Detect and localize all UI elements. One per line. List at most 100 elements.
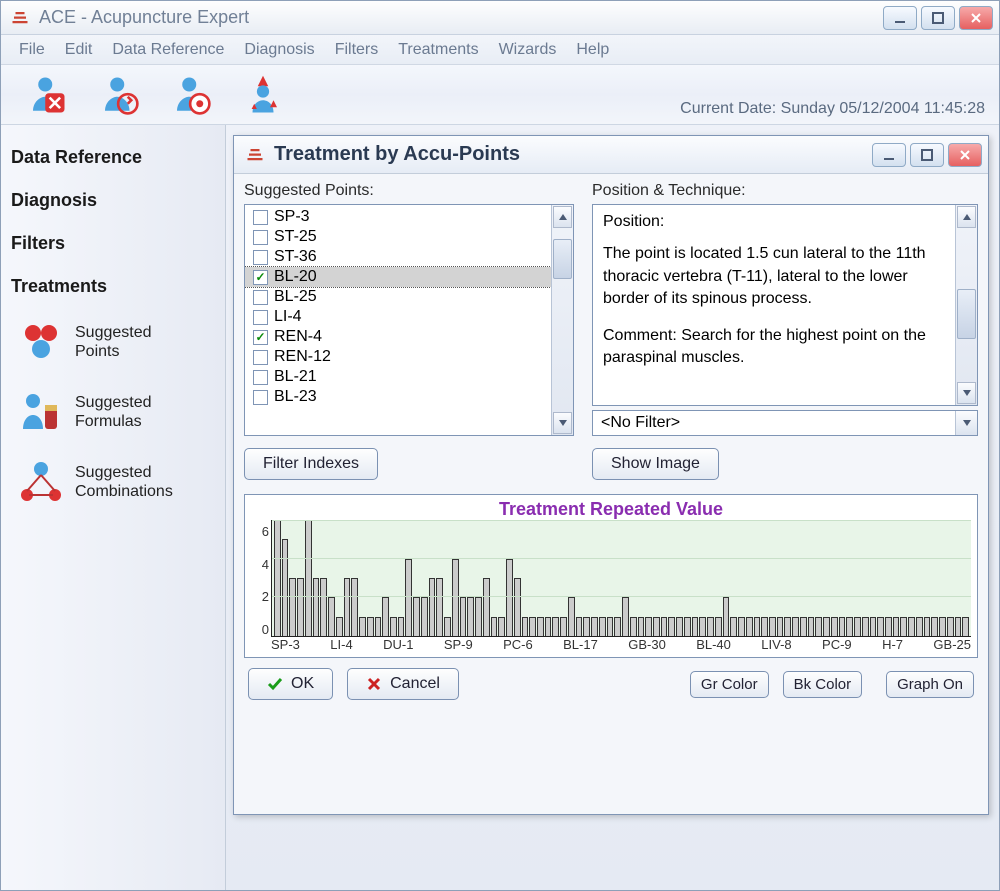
- status-date: Current Date: Sunday 05/12/2004 11:45:28: [680, 100, 985, 118]
- close-button[interactable]: [959, 6, 993, 30]
- suggested-points-label: Suggested Points:: [244, 182, 574, 200]
- chart-bar: [777, 617, 784, 636]
- chart-bar: [583, 617, 590, 636]
- menu-edit[interactable]: Edit: [55, 37, 103, 63]
- chart-bar: [351, 578, 358, 636]
- chart-bar: [622, 597, 629, 636]
- menu-data-reference[interactable]: Data Reference: [102, 37, 234, 63]
- checkbox[interactable]: [253, 210, 268, 225]
- chart-bar: [529, 617, 536, 636]
- xtick-label: DU-1: [383, 637, 413, 655]
- chart-bar: [962, 617, 969, 636]
- child-close-button[interactable]: [948, 143, 982, 167]
- chart-bar: [390, 617, 397, 636]
- position-technique-text[interactable]: Position: The point is located 1.5 cun l…: [592, 204, 978, 406]
- checkbox[interactable]: [253, 390, 268, 405]
- scroll-down-icon[interactable]: [553, 412, 572, 434]
- list-item[interactable]: BL-25: [245, 287, 551, 307]
- checkbox[interactable]: [253, 310, 268, 325]
- chart-bar: [607, 617, 614, 636]
- cancel-button[interactable]: Cancel: [347, 668, 459, 700]
- menu-help[interactable]: Help: [566, 37, 619, 63]
- chart-bar: [560, 617, 567, 636]
- chart-bar: [792, 617, 799, 636]
- chart-bar: [815, 617, 822, 636]
- suggested-points-list[interactable]: SP-3ST-25ST-36 ✓ BL-20 BL-25LI-4✓REN-4REN-1…: [244, 204, 574, 436]
- list-item[interactable]: LI-4: [245, 307, 551, 327]
- treatment-titlebar: Treatment by Accu-Points: [234, 136, 988, 174]
- position-heading: Position:: [603, 211, 945, 233]
- points-icon: [17, 319, 63, 365]
- list-item-label: SP-3: [274, 208, 310, 226]
- gr-color-button[interactable]: Gr Color: [690, 671, 769, 698]
- chevron-down-icon[interactable]: [955, 411, 977, 435]
- chart-bar: [630, 617, 637, 636]
- list-item[interactable]: ST-36: [245, 247, 551, 267]
- sidebar-filters[interactable]: Filters: [11, 233, 215, 254]
- xtick-label: LIV-8: [761, 637, 791, 655]
- list-item-label: BL-23: [274, 388, 317, 406]
- child-minimize-button[interactable]: [872, 143, 906, 167]
- chart-bar: [599, 617, 606, 636]
- list-item[interactable]: BL-23: [245, 387, 551, 407]
- list-item[interactable]: BL-21: [245, 367, 551, 387]
- chart-bar: [924, 617, 931, 636]
- menu-file[interactable]: File: [9, 37, 55, 63]
- chart-bar: [444, 617, 451, 636]
- filter-select[interactable]: <No Filter>: [592, 410, 978, 436]
- list-scrollbar[interactable]: [551, 205, 573, 435]
- chart-bar: [754, 617, 761, 636]
- maximize-button[interactable]: [921, 6, 955, 30]
- text-scrollbar[interactable]: [955, 205, 977, 405]
- checkbox[interactable]: ✓: [253, 270, 268, 285]
- graph-on-button[interactable]: Graph On: [886, 671, 974, 698]
- window-icon: [246, 146, 264, 164]
- show-image-button[interactable]: Show Image: [592, 448, 719, 480]
- checkbox[interactable]: [253, 350, 268, 365]
- sidebar-suggested-combinations[interactable]: SuggestedCombinations: [17, 459, 215, 505]
- menu-diagnosis[interactable]: Diagnosis: [234, 37, 324, 63]
- sidebar-data-reference[interactable]: Data Reference: [11, 147, 215, 168]
- sidebar-suggested-formulas[interactable]: SuggestedFormulas: [17, 389, 215, 435]
- sidebar-suggested-points[interactable]: SuggestedPoints: [17, 319, 215, 365]
- list-item[interactable]: SP-3: [245, 207, 551, 227]
- xtick-label: BL-17: [563, 637, 598, 655]
- menu-wizards[interactable]: Wizards: [489, 37, 567, 63]
- scroll-up-icon[interactable]: [553, 206, 572, 228]
- toolbar-close-patient-button[interactable]: [11, 69, 83, 121]
- bk-color-button[interactable]: Bk Color: [783, 671, 863, 698]
- chart-yaxis: 6 4 2 0: [251, 520, 271, 655]
- minimize-button[interactable]: [883, 6, 917, 30]
- filter-indexes-button[interactable]: Filter Indexes: [244, 448, 378, 480]
- list-item-label: BL-20: [274, 268, 317, 286]
- checkbox[interactable]: [253, 290, 268, 305]
- toolbar-refresh-patient-button[interactable]: [83, 69, 155, 121]
- list-item-label: BL-25: [274, 288, 317, 306]
- comment-label: Comment:: [603, 327, 677, 344]
- checkbox[interactable]: ✓: [253, 330, 268, 345]
- scroll-down-icon[interactable]: [957, 382, 976, 404]
- list-item[interactable]: ✓ BL-20: [245, 267, 551, 287]
- child-maximize-button[interactable]: [910, 143, 944, 167]
- checkbox[interactable]: [253, 370, 268, 385]
- list-item[interactable]: REN-12: [245, 347, 551, 367]
- toolbar-help-patient-button[interactable]: [155, 69, 227, 121]
- chart-bar: [885, 617, 892, 636]
- checkbox[interactable]: [253, 230, 268, 245]
- sidebar-diagnosis[interactable]: Diagnosis: [11, 190, 215, 211]
- menu-filters[interactable]: Filters: [325, 37, 389, 63]
- list-item[interactable]: ✓REN-4: [245, 327, 551, 347]
- chart-bar: [576, 617, 583, 636]
- chart-bar: [328, 597, 335, 636]
- chart-bar: [336, 617, 343, 636]
- toolbar-wizard-button[interactable]: [227, 69, 299, 121]
- chart-xaxis: SP-3LI-4DU-1SP-9PC-6BL-17GB-30BL-40LIV-8…: [271, 637, 971, 655]
- sidebar-treatments[interactable]: Treatments: [11, 276, 215, 297]
- menu-treatments[interactable]: Treatments: [388, 37, 488, 63]
- chart-bar: [668, 617, 675, 636]
- scroll-up-icon[interactable]: [957, 206, 976, 228]
- chart-bar: [784, 617, 791, 636]
- list-item[interactable]: ST-25: [245, 227, 551, 247]
- ok-button[interactable]: OK: [248, 668, 333, 700]
- checkbox[interactable]: [253, 250, 268, 265]
